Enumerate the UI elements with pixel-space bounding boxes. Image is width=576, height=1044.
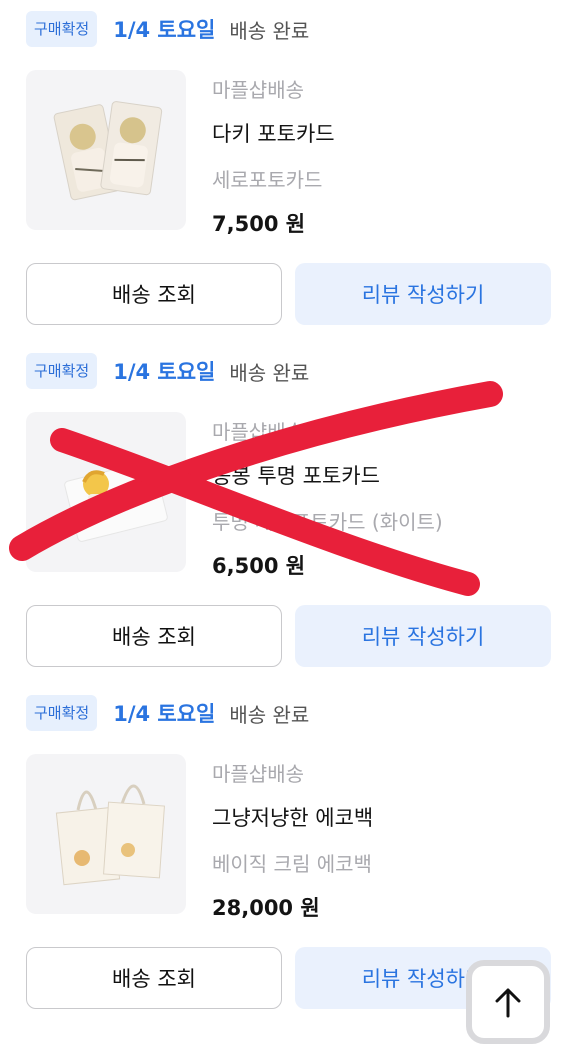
write-review-button[interactable]: 리뷰 작성하기 xyxy=(295,263,551,325)
arrow-up-icon xyxy=(495,988,521,1018)
product-name[interactable]: 다키 포토카드 xyxy=(212,118,335,148)
product-option: 세로포토카드 xyxy=(212,168,323,192)
strike-through-x-mark xyxy=(9,381,503,596)
product-price: 28,000 원 xyxy=(212,896,320,920)
photocard-image xyxy=(53,101,163,201)
purchase-confirmed-badge: 구매확정 xyxy=(26,11,98,47)
track-delivery-button[interactable]: 배송 조회 xyxy=(26,263,282,325)
seller-name: 마플샵배송 xyxy=(212,78,304,102)
delivery-status: 배송 완료 xyxy=(229,702,310,727)
ecobag-image xyxy=(55,784,165,886)
order-date: 1/4 토요일 xyxy=(113,18,216,42)
track-delivery-button[interactable]: 배송 조회 xyxy=(26,605,282,667)
product-name[interactable]: 그냥저냥한 에코백 xyxy=(212,802,373,832)
scroll-to-top-button[interactable] xyxy=(466,960,550,1044)
purchase-confirmed-badge: 구매확정 xyxy=(26,695,98,731)
order-status-row: 구매확정 1/4 토요일 배송 완료 xyxy=(26,11,309,47)
delivery-status: 배송 완료 xyxy=(229,18,310,43)
order-item: 구매확정 1/4 토요일 배송 완료 마플샵배송 다키 포토카드 세로포토카드 … xyxy=(0,0,576,342)
order-date: 1/4 토요일 xyxy=(113,702,216,726)
track-delivery-button[interactable]: 배송 조회 xyxy=(26,947,282,1009)
product-price: 7,500 원 xyxy=(212,212,306,236)
write-review-button[interactable]: 리뷰 작성하기 xyxy=(295,605,551,667)
order-status-row: 구매확정 1/4 토요일 배송 완료 xyxy=(26,695,309,731)
product-option: 베이직 크림 에코백 xyxy=(212,852,372,876)
seller-name: 마플샵배송 xyxy=(212,762,304,786)
product-thumbnail[interactable] xyxy=(26,754,186,914)
product-thumbnail[interactable] xyxy=(26,70,186,230)
